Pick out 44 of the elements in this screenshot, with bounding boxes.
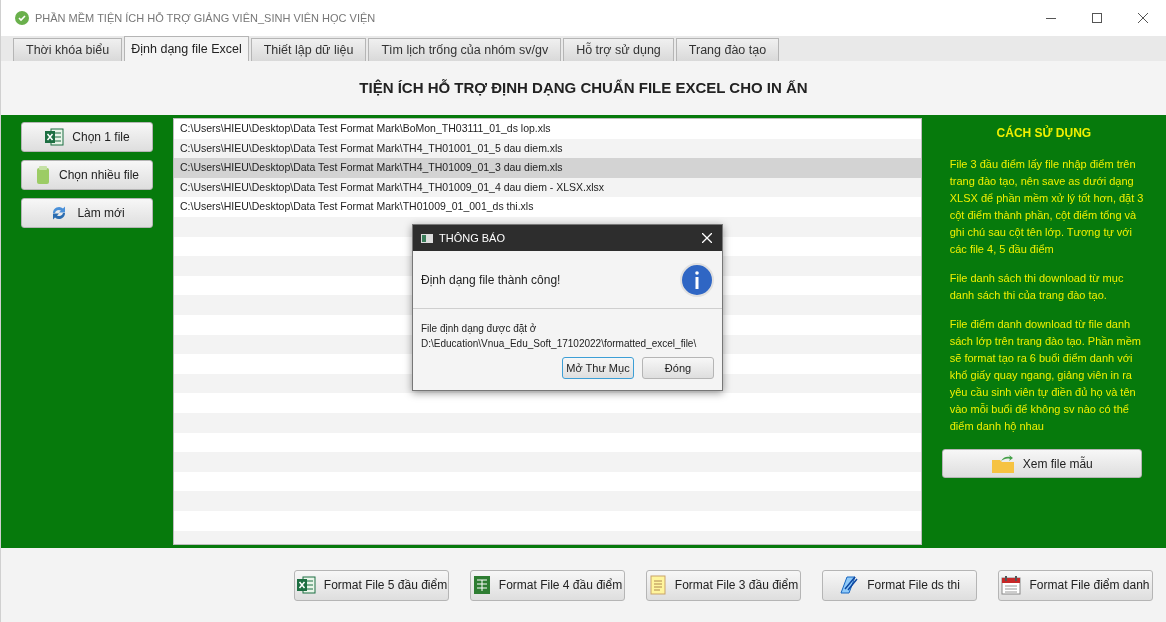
usage-paragraph: File danh sách thi download từ mục danh sách thi của trang đào tạo. — [948, 271, 1125, 303]
spreadsheet-icon — [472, 575, 491, 595]
tab[interactable]: Tìm lịch trống của nhóm sv/gv — [368, 38, 562, 61]
close-icon — [702, 233, 712, 243]
page-heading: TIỆN ÍCH HỖ TRỢ ĐỊNH DẠNG CHUẨN FILE EXCEL CHO IN ẤN — [359, 77, 808, 98]
notepad-icon — [648, 575, 667, 595]
spreadsheet-icon — [295, 576, 316, 594]
tab[interactable]: Trang đào tạo — [675, 38, 780, 61]
close-icon — [1138, 13, 1148, 23]
tab[interactable]: Hỗ trợ sử dụng — [563, 38, 674, 61]
minimize-icon — [1046, 17, 1056, 19]
format-button[interactable]: Format File ds thi — [822, 569, 977, 601]
side-button[interactable]: Làm mới — [21, 198, 153, 228]
document-stack-icon — [34, 165, 51, 185]
info-icon — [680, 262, 714, 297]
format-button[interactable]: Format File 3 đầu điểm — [646, 569, 801, 601]
maximize-icon — [1092, 13, 1102, 23]
side-button[interactable]: Chọn 1 file — [21, 122, 153, 152]
spreadsheet-icon — [44, 128, 65, 146]
side-button[interactable]: Chọn nhiều file — [21, 160, 153, 190]
dialog-button[interactable]: Mở Thư Mục — [562, 357, 634, 379]
dialog-button[interactable]: Đóng — [642, 357, 714, 379]
dialog-path: D:\Education\Vnua_Edu_Soft_17102022\formatted_excel_file\ — [421, 337, 698, 351]
format-button[interactable]: Format File điểm danh — [998, 569, 1153, 601]
view-sample-button[interactable]: Xem file mẫu — [941, 449, 1142, 478]
window-icon — [421, 233, 433, 243]
usage-paragraph: File điểm danh download từ file danh sách lớp trên trang đào tạo. Phần mềm sẽ format tạo ra 6 buổi điểm danh với khổ giấy quay ngang, giảng viên in ra yêu cầu sinh viên tự điền đủ họ và tên vào mỗi buổi để không sv nào có thể điểm danh hộ nhau — [948, 317, 1142, 434]
dialog-message: Định dạng file thành công! — [421, 271, 561, 289]
folder-icon — [990, 453, 1015, 474]
dialog-title: THÔNG BÁO — [439, 230, 505, 246]
usage-title: CÁCH SỬ DỤNG — [995, 124, 1093, 142]
close-button[interactable] — [700, 231, 714, 245]
file-row[interactable]: C:\Users\HIEU\Desktop\Data Test Format Mark\TH4_TH01009_01_3 dau diem.xls — [174, 158, 921, 178]
app-logo-icon — [15, 11, 29, 25]
usage-paragraph: File 3 đầu điểm lấy file nhập điểm trên trang đào tạo, nên save as dưới dạng XLSX để phần mềm xử lý tốt hơn, đặt 3 cột điểm thành phần, cột điểm tổng và ghi chú sau cột tên lớp. Tương tự với các file 4, 5 đầu điểm — [948, 157, 1145, 257]
tab[interactable]: Định dạng file Excel — [124, 36, 249, 61]
tab[interactable]: Thời khóa biểu — [13, 38, 123, 61]
dialog-detail: File định dạng được đặt ở — [421, 322, 538, 336]
tab[interactable]: Thiết lập dữ liệu — [250, 38, 367, 61]
format-button[interactable]: Format File 5 đầu điểm — [294, 569, 449, 601]
format-button[interactable]: Format File 4 đầu điểm — [470, 569, 625, 601]
window-title: PHẦN MỀM TIỆN ÍCH HỖ TRỢ GIẢNG VIÊN_SINH VIÊN HỌC VIỆN — [35, 10, 376, 26]
pen-paper-icon — [839, 575, 860, 595]
calendar-icon — [1001, 575, 1022, 595]
